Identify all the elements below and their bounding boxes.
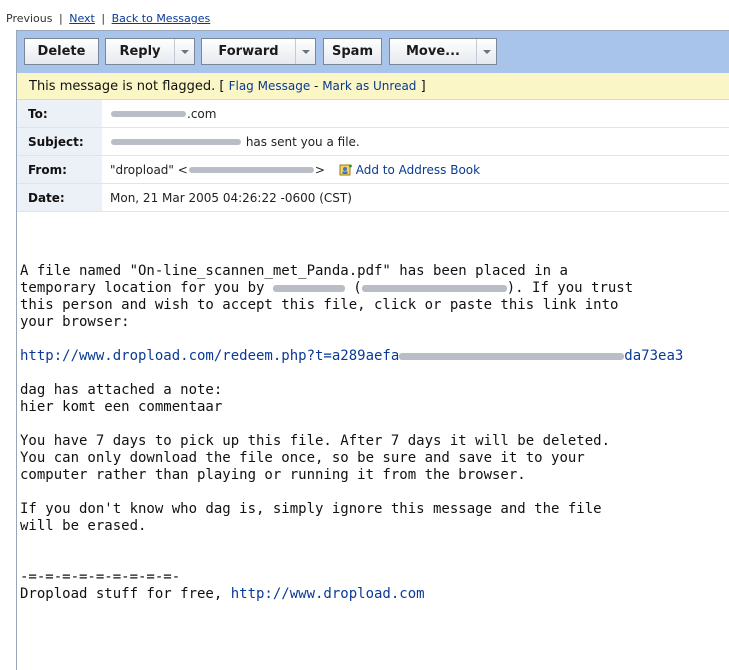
from-close: > — [314, 162, 325, 177]
to-label: To: — [17, 100, 102, 128]
body-line: dag has attached a note: — [20, 382, 223, 398]
from-value: "dropload" < > Add to Address Book — [102, 155, 729, 184]
from-label: From: — [17, 155, 102, 184]
spam-label: Spam — [332, 44, 373, 59]
body-line: hier komt een commentaar — [20, 399, 223, 415]
spam-button[interactable]: Spam — [323, 38, 382, 65]
body-line: will be erased. — [20, 518, 147, 534]
paragraph-redeem-link: http://www.dropload.com/redeem.php?t=a28… — [20, 348, 725, 365]
chevron-down-icon — [301, 49, 310, 54]
next-link[interactable]: Next — [69, 12, 95, 25]
bracket-close: ] — [420, 78, 426, 94]
body-line: ). If you trust — [506, 280, 634, 296]
chevron-down-icon — [482, 49, 491, 54]
nav-separator: | — [59, 12, 63, 25]
redacted-text — [188, 167, 314, 173]
nav-separator: | — [101, 12, 106, 25]
redeem-link-start: http://www.dropload.com/redeem.php?t=a28… — [20, 348, 400, 364]
forward-dropdown[interactable] — [295, 39, 315, 64]
message-toolbar: Delete Reply Forward Spam Move... — [17, 31, 729, 73]
redeem-link-end: da73ea3 — [624, 348, 684, 364]
from-name: "dropload" < — [110, 162, 188, 177]
paragraph-ignore: If you don't know who dag is, simply ign… — [20, 501, 725, 535]
move-label: Move... — [406, 44, 460, 59]
body-line: temporary location for you by — [20, 280, 273, 296]
subject-label: Subject: — [17, 127, 102, 156]
dropload-link[interactable]: http://www.dropload.com — [231, 586, 425, 602]
paragraph-note: dag has attached a note: hier komt een c… — [20, 382, 725, 416]
previous-label: Previous — [6, 12, 53, 25]
subject-suffix: has sent you a file. — [245, 134, 360, 149]
flag-message-link[interactable]: Flag Message — [229, 79, 311, 93]
body-line: this person and wish to accept this file… — [20, 297, 619, 313]
redacted-text — [111, 139, 241, 145]
address-book-icon[interactable] — [339, 164, 353, 176]
bracket-open: [ — [219, 78, 225, 94]
subject-value: has sent you a file. — [102, 127, 729, 156]
redacted-text — [361, 284, 507, 292]
message-headers: To: .com Subject: has sent you a file. F… — [17, 100, 729, 212]
signature-divider: -=-=-=-=-=-=-=-=-=- — [20, 569, 181, 585]
flag-status-text: This message is not flagged. — [29, 78, 216, 94]
message-body: A file named "On-line_scannen_met_Panda.… — [20, 263, 725, 620]
redacted-text — [272, 284, 345, 292]
header-row-to: To: .com — [17, 100, 729, 128]
signature: -=-=-=-=-=-=-=-=-=- Dropload stuff for f… — [20, 569, 725, 603]
date-value: Mon, 21 Mar 2005 04:26:22 -0600 (CST) — [102, 183, 729, 212]
back-to-messages-link[interactable]: Back to Messages — [112, 12, 211, 25]
redacted-text — [111, 111, 186, 117]
delete-button[interactable]: Delete — [24, 38, 99, 65]
move-dropdown[interactable] — [476, 39, 496, 64]
forward-button[interactable]: Forward — [201, 38, 316, 65]
body-line: ( — [344, 280, 362, 296]
body-line: You can only download the file once, so … — [20, 450, 585, 466]
delete-label: Delete — [37, 44, 86, 59]
flag-status-bar: This message is not flagged. [ Flag Mess… — [17, 73, 729, 100]
reply-button[interactable]: Reply — [105, 38, 195, 65]
reply-dropdown[interactable] — [174, 39, 194, 64]
paragraph-file-notice: A file named "On-line_scannen_met_Panda.… — [20, 263, 725, 331]
header-row-date: Date: Mon, 21 Mar 2005 04:26:22 -0600 (C… — [17, 183, 729, 212]
header-row-from: From: "dropload" < > Add to Address Book — [17, 155, 729, 184]
reply-label: Reply — [119, 44, 161, 59]
body-line: A file named "On-line_scannen_met_Panda.… — [20, 263, 568, 279]
header-row-subject: Subject: has sent you a file. — [17, 127, 729, 156]
body-line: If you don't know who dag is, simply ign… — [20, 501, 602, 517]
forward-label: Forward — [218, 44, 279, 59]
redacted-text — [399, 352, 625, 360]
message-navigation: Previous | Next | Back to Messages — [6, 12, 210, 25]
body-line: You have 7 days to pick up this file. Af… — [20, 433, 611, 449]
mark-as-unread-link[interactable]: Mark as Unread — [322, 79, 416, 93]
body-line: your browser: — [20, 314, 130, 330]
chevron-down-icon — [180, 49, 189, 54]
body-line: computer rather than playing or running … — [20, 467, 526, 483]
to-value: .com — [102, 100, 729, 128]
redeem-link[interactable]: http://www.dropload.com/redeem.php?t=a28… — [20, 348, 683, 364]
date-label: Date: — [17, 183, 102, 212]
link-separator: - — [310, 79, 323, 93]
paragraph-pickup: You have 7 days to pick up this file. Af… — [20, 433, 725, 484]
to-domain: .com — [187, 106, 217, 121]
add-to-address-book-link[interactable]: Add to Address Book — [356, 163, 480, 177]
move-button[interactable]: Move... — [389, 38, 497, 65]
signature-text: Dropload stuff for free, — [20, 586, 231, 602]
